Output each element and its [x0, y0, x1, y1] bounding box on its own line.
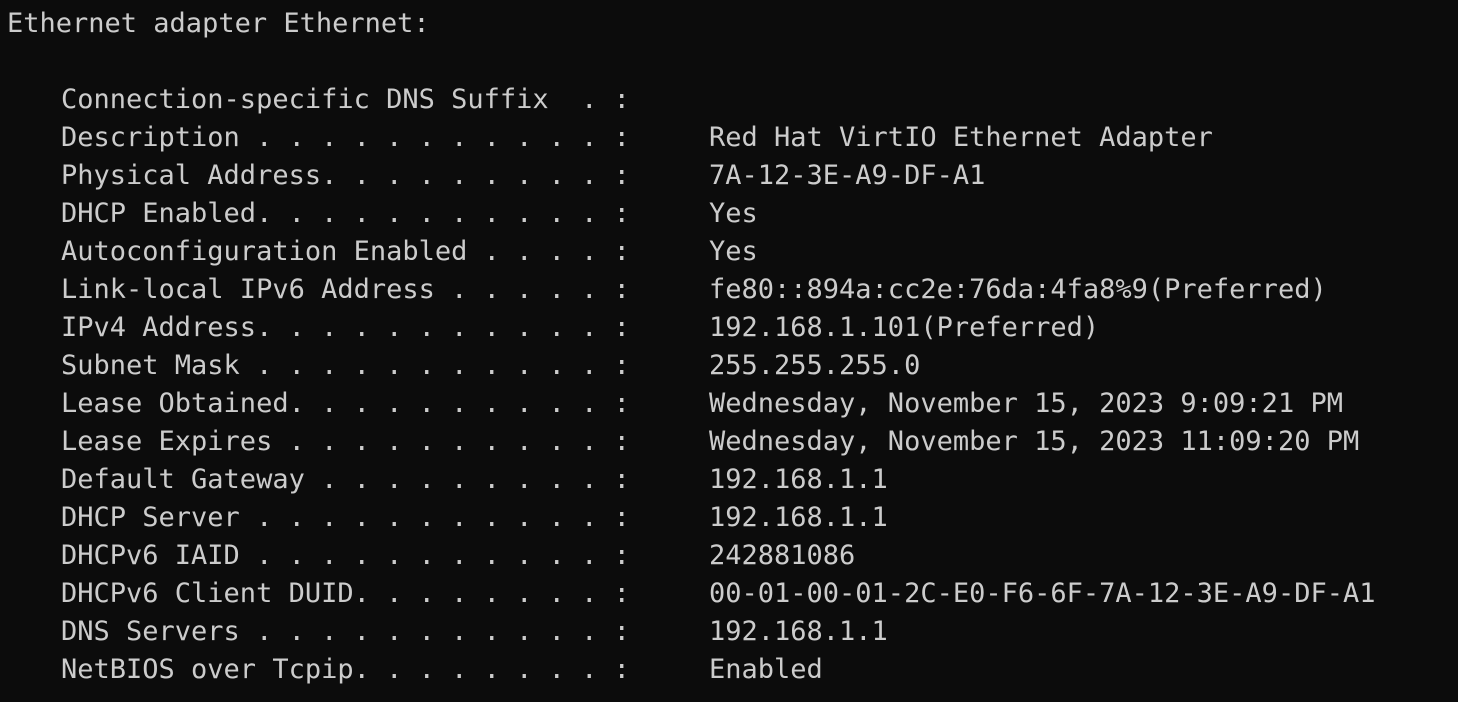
- field-dhcp-server: DHCP Server . . . . . . . . . . . : 192.…: [7, 499, 1458, 537]
- field-value: 242881086: [709, 540, 856, 571]
- field-ipv4-address: IPv4 Address. . . . . . . . . . . : 192.…: [7, 309, 1458, 347]
- field-value: 192.168.1.1: [709, 616, 888, 647]
- field-lease-expires: Lease Expires . . . . . . . . . . : Wedn…: [7, 423, 1458, 461]
- field-dhcpv6-iaid: DHCPv6 IAID . . . . . . . . . . . : 2428…: [7, 537, 1458, 575]
- field-value: Wednesday, November 15, 2023 11:09:20 PM: [709, 426, 1360, 457]
- field-label: NetBIOS over Tcpip. . . . . . . . :: [61, 654, 630, 685]
- field-value: fe80::894a:cc2e:76da:4fa8%9(Preferred): [709, 274, 1327, 305]
- field-value: Yes: [709, 236, 758, 267]
- field-description: Description . . . . . . . . . . . : Red …: [7, 119, 1458, 157]
- field-label: DHCP Server . . . . . . . . . . . :: [61, 502, 630, 533]
- field-autoconfiguration-enabled: Autoconfiguration Enabled . . . . : Yes: [7, 233, 1458, 271]
- field-label: Autoconfiguration Enabled . . . . :: [61, 236, 630, 267]
- field-default-gateway: Default Gateway . . . . . . . . . : 192.…: [7, 461, 1458, 499]
- field-label: IPv4 Address. . . . . . . . . . . :: [61, 312, 630, 343]
- field-dns-servers: DNS Servers . . . . . . . . . . . : 192.…: [7, 613, 1458, 651]
- field-label: DNS Servers . . . . . . . . . . . :: [61, 616, 630, 647]
- field-value: 192.168.1.1: [709, 464, 888, 495]
- field-value: 00-01-00-01-2C-E0-F6-6F-7A-12-3E-A9-DF-A…: [709, 578, 1376, 609]
- field-dns-suffix: Connection-specific DNS Suffix . :: [7, 81, 1458, 119]
- field-value: 192.168.1.101(Preferred): [709, 312, 1100, 343]
- field-label: Link-local IPv6 Address . . . . . :: [61, 274, 630, 305]
- field-label: Description . . . . . . . . . . . :: [61, 122, 630, 153]
- field-label: DHCP Enabled. . . . . . . . . . . :: [61, 198, 630, 229]
- field-link-local-ipv6: Link-local IPv6 Address . . . . . : fe80…: [7, 271, 1458, 309]
- field-value: 192.168.1.1: [709, 502, 888, 533]
- field-label: Physical Address. . . . . . . . . :: [61, 160, 630, 191]
- field-netbios-over-tcpip: NetBIOS over Tcpip. . . . . . . . : Enab…: [7, 651, 1458, 689]
- field-dhcp-enabled: DHCP Enabled. . . . . . . . . . . : Yes: [7, 195, 1458, 233]
- field-value: Enabled: [709, 654, 823, 685]
- field-label: DHCPv6 Client DUID. . . . . . . . :: [61, 578, 630, 609]
- field-value: Red Hat VirtIO Ethernet Adapter: [709, 122, 1213, 153]
- field-label: Lease Expires . . . . . . . . . . :: [61, 426, 630, 457]
- field-value: Yes: [709, 198, 758, 229]
- field-value: 7A-12-3E-A9-DF-A1: [709, 160, 986, 191]
- field-value: Wednesday, November 15, 2023 9:09:21 PM: [709, 388, 1343, 419]
- adapter-header: Ethernet adapter Ethernet:: [7, 8, 430, 39]
- field-label: Lease Obtained. . . . . . . . . . :: [61, 388, 630, 419]
- field-label: DHCPv6 IAID . . . . . . . . . . . :: [61, 540, 630, 571]
- field-label: Default Gateway . . . . . . . . . :: [61, 464, 630, 495]
- field-label: Subnet Mask . . . . . . . . . . . :: [61, 350, 630, 381]
- field-lease-obtained: Lease Obtained. . . . . . . . . . : Wedn…: [7, 385, 1458, 423]
- field-label: Connection-specific DNS Suffix . :: [61, 84, 630, 115]
- field-value: 255.255.255.0: [709, 350, 921, 381]
- field-physical-address: Physical Address. . . . . . . . . : 7A-1…: [7, 157, 1458, 195]
- field-dhcpv6-client-duid: DHCPv6 Client DUID. . . . . . . . : 00-0…: [7, 575, 1458, 613]
- terminal-window[interactable]: Ethernet adapter Ethernet: Connection-sp…: [0, 0, 1458, 702]
- field-subnet-mask: Subnet Mask . . . . . . . . . . . : 255.…: [7, 347, 1458, 385]
